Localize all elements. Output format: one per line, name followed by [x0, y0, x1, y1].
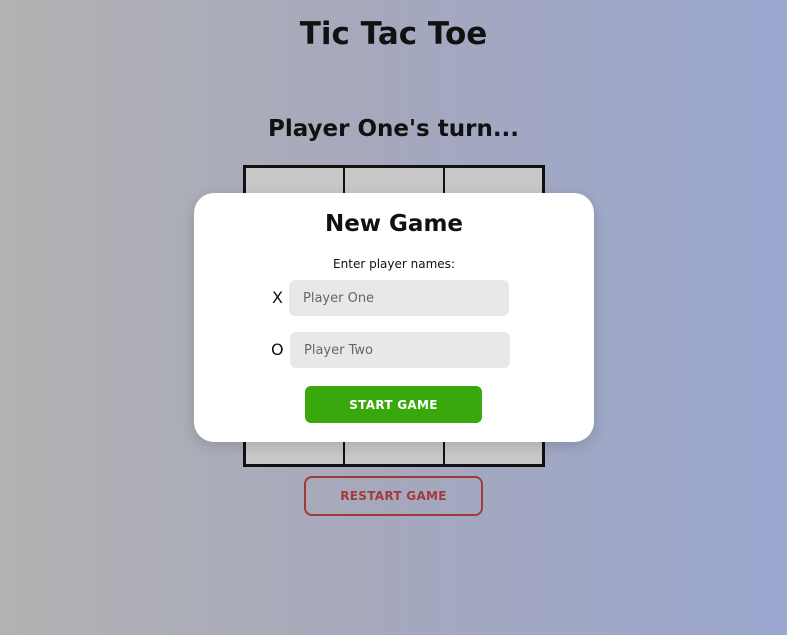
player-two-name-input[interactable] [290, 332, 510, 368]
page-title: Tic Tac Toe [299, 16, 488, 52]
player-two-row: O [194, 332, 594, 368]
player-one-mark: X [272, 288, 283, 307]
start-game-button[interactable]: START GAME [305, 386, 482, 423]
player-two-mark: O [271, 340, 284, 359]
dialog-subtitle: Enter player names: [333, 257, 455, 271]
player-one-name-input[interactable] [289, 280, 509, 316]
dialog-title: New Game [324, 211, 464, 237]
restart-game-button[interactable]: RESTART GAME [304, 476, 483, 516]
new-game-dialog: New Game Enter player names: X O START G… [194, 193, 594, 442]
turn-status: Player One's turn... [267, 116, 520, 142]
player-one-row: X [194, 280, 594, 316]
